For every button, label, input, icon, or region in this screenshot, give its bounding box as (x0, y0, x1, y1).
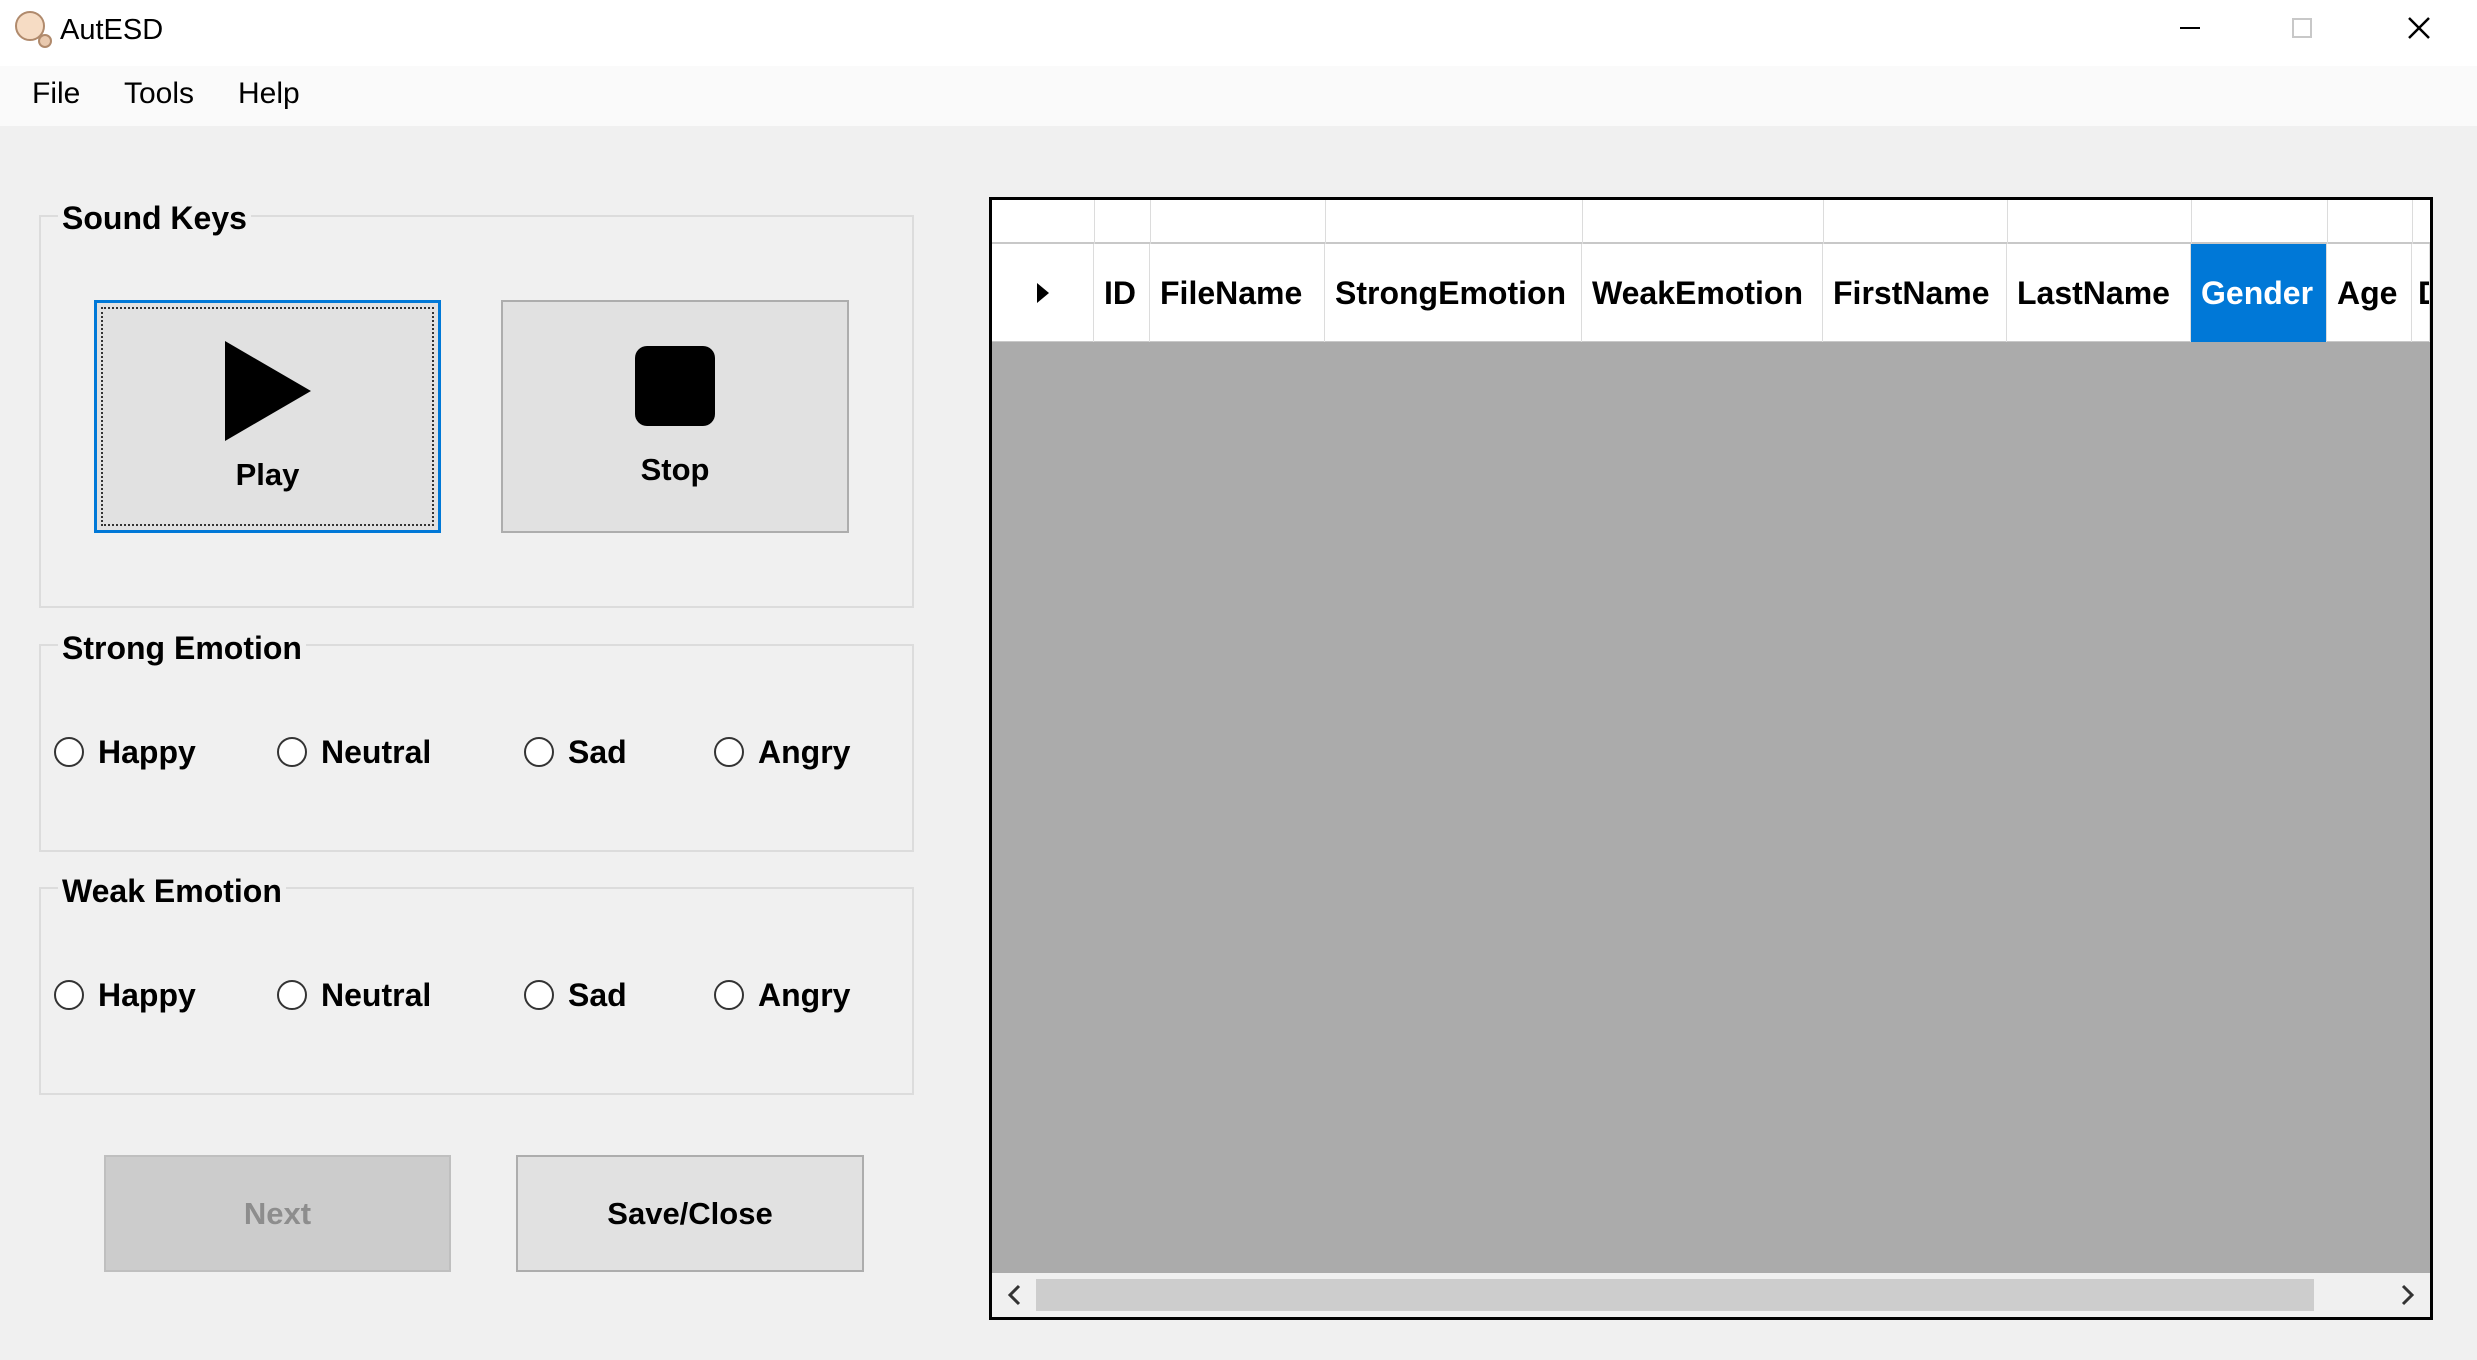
grid-divider (1325, 200, 1583, 244)
row-indicator[interactable] (992, 244, 1094, 342)
scroll-right-button[interactable] (2386, 1273, 2430, 1317)
radio-circle[interactable] (524, 980, 554, 1010)
save-close-button[interactable]: Save/Close (516, 1155, 864, 1272)
grid-divider (1823, 200, 2008, 244)
radio-circle[interactable] (714, 737, 744, 767)
column-header-weakemotion[interactable]: WeakEmotion (1582, 244, 1823, 342)
radio-circle[interactable] (524, 737, 554, 767)
weak-radio-sad[interactable]: Sad (524, 976, 627, 1014)
minimize-icon (2180, 27, 2200, 29)
grid-header-row: ID FileName StrongEmotion WeakEmotion Fi… (992, 244, 2430, 342)
stop-label: Stop (640, 451, 710, 487)
menu-help[interactable]: Help (226, 74, 312, 114)
radio-label: Happy (98, 734, 196, 770)
radio-circle[interactable] (54, 980, 84, 1010)
horizontal-scrollbar[interactable] (992, 1273, 2430, 1317)
grid-divider (1150, 200, 1326, 244)
stop-icon (635, 345, 715, 426)
column-header-firstname[interactable]: FirstName (1823, 244, 2007, 342)
play-button[interactable]: Play (94, 300, 441, 533)
weak-radio-happy[interactable]: Happy (54, 976, 196, 1014)
radio-circle[interactable] (277, 980, 307, 1010)
column-header-id[interactable]: ID (1094, 244, 1150, 342)
maximize-icon (2292, 18, 2312, 38)
radio-label: Angry (758, 734, 851, 770)
strong-radio-angry[interactable]: Angry (714, 733, 850, 771)
close-icon (2408, 17, 2430, 39)
play-icon (224, 340, 311, 441)
chevron-right-icon (2401, 1284, 2415, 1306)
grid-divider (1094, 200, 1151, 244)
stop-button[interactable]: Stop (501, 300, 849, 533)
radio-label: Neutral (321, 977, 432, 1013)
column-header-age[interactable]: Age (2327, 244, 2412, 342)
radio-label: Sad (568, 977, 627, 1013)
grid-divider (2327, 200, 2413, 244)
column-header-filename[interactable]: FileName (1150, 244, 1325, 342)
data-grid[interactable]: ID FileName StrongEmotion WeakEmotion Fi… (989, 197, 2433, 1320)
menu-file[interactable]: File (20, 74, 92, 114)
radio-label: Neutral (321, 734, 432, 770)
window-title: AutESD (60, 14, 164, 46)
play-label: Play (235, 456, 300, 492)
caret-right-icon (1036, 283, 1049, 303)
radio-circle[interactable] (714, 980, 744, 1010)
strong-radio-sad[interactable]: Sad (524, 733, 627, 771)
column-header-d[interactable]: D (2412, 244, 2430, 342)
radio-label: Angry (758, 977, 851, 1013)
weak-emotion-title: Weak Emotion (58, 872, 286, 910)
column-header-lastname[interactable]: LastName (2007, 244, 2191, 342)
chevron-left-icon (1007, 1284, 1021, 1306)
title-bar: AutESD (0, 0, 2477, 66)
menu-bar: File Tools Help (0, 66, 2477, 126)
menu-tools[interactable]: Tools (112, 74, 206, 114)
strong-radio-neutral[interactable]: Neutral (277, 733, 431, 771)
scroll-thumb[interactable] (1036, 1279, 2314, 1311)
strong-emotion-title: Strong Emotion (58, 629, 306, 667)
grid-divider (1582, 200, 1824, 244)
scroll-left-button[interactable] (992, 1273, 1036, 1317)
app-logo-icon (12, 8, 56, 52)
grid-divider (992, 200, 1095, 244)
maximize-button[interactable] (2245, 0, 2359, 56)
strong-radio-happy[interactable]: Happy (54, 733, 196, 771)
radio-circle[interactable] (277, 737, 307, 767)
grid-header-top-row (992, 200, 2430, 244)
sound-keys-title: Sound Keys (58, 199, 251, 237)
radio-label: Sad (568, 734, 627, 770)
weak-radio-angry[interactable]: Angry (714, 976, 850, 1014)
next-button[interactable]: Next (104, 1155, 451, 1272)
column-header-gender[interactable]: Gender (2191, 244, 2327, 342)
column-header-strongemotion[interactable]: StrongEmotion (1325, 244, 1582, 342)
radio-label: Happy (98, 977, 196, 1013)
close-button[interactable] (2362, 0, 2476, 56)
minimize-button[interactable] (2133, 0, 2247, 56)
radio-circle[interactable] (54, 737, 84, 767)
grid-divider (2007, 200, 2192, 244)
weak-radio-neutral[interactable]: Neutral (277, 976, 431, 1014)
grid-divider (2191, 200, 2328, 244)
